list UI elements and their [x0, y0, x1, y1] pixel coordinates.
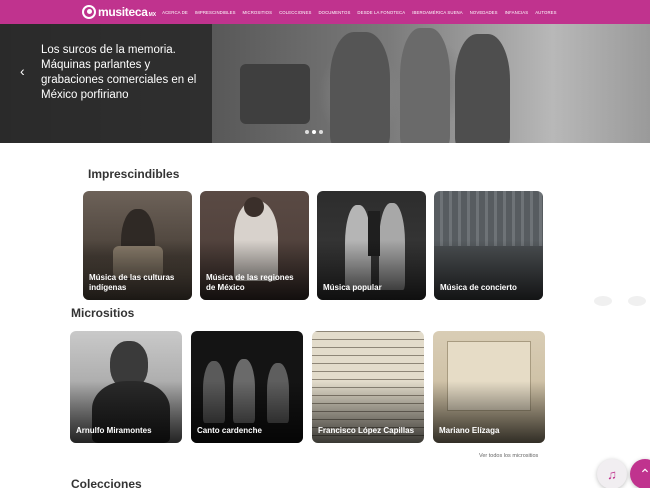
ver-todos-micrositios-link[interactable]: Ver todos los micrositios — [479, 453, 538, 459]
logo-text: musiteca — [98, 5, 148, 19]
section-title-colecciones: Colecciones — [71, 477, 142, 488]
carousel-dot[interactable] — [305, 130, 309, 134]
logo-suffix: MX — [148, 11, 157, 18]
nav-item-colecciones[interactable]: Colecciones — [279, 10, 311, 15]
carousel-indicators — [305, 130, 323, 134]
hero-carousel[interactable]: ‹ Los surcos de la memoria. Máquinas par… — [0, 24, 650, 143]
card-label: Música de las regiones de México — [206, 273, 294, 292]
nav-item-infancias[interactable]: Infancias — [505, 10, 529, 15]
card-canto-cardenche[interactable]: Canto cardenche — [191, 331, 303, 443]
carousel-hint — [628, 296, 646, 306]
nav-item-desde-la-fonoteca[interactable]: Desde la fonoteca — [357, 10, 405, 15]
site-logo[interactable]: musiteca MX — [82, 5, 156, 19]
top-navigation-bar: musiteca MX Acerca de Imprescindibles Mi… — [0, 0, 650, 24]
card-arnulfo-miramontes[interactable]: Arnulfo Miramontes — [70, 331, 182, 443]
card-musica-regiones-mexico[interactable]: Música de las regiones de México — [200, 191, 309, 300]
hero-title[interactable]: Los surcos de la memoria. Máquinas parla… — [41, 43, 206, 103]
card-musica-culturas-indigenas[interactable]: Música de las culturas indígenas — [83, 191, 192, 300]
card-label: Arnulfo Miramontes — [76, 426, 152, 435]
card-label: Canto cardenche — [197, 426, 262, 435]
main-menu: Acerca de Imprescindibles Micrositios Co… — [162, 10, 556, 15]
card-musica-popular[interactable]: Música popular — [317, 191, 426, 300]
nav-item-micrositios[interactable]: Micrositios — [243, 10, 273, 15]
card-musica-concierto[interactable]: Música de concierto — [434, 191, 543, 300]
carousel-dot[interactable] — [319, 130, 323, 134]
card-label: Mariano Elízaga — [439, 426, 500, 435]
nav-item-autores[interactable]: Autores — [535, 10, 556, 15]
chevron-left-icon[interactable]: ‹ — [20, 64, 25, 78]
chevron-up-icon[interactable]: ⌃ — [630, 459, 650, 488]
card-mariano-elizaga[interactable]: Mariano Elízaga — [433, 331, 545, 443]
nav-item-acerca-de[interactable]: Acerca de — [162, 10, 188, 15]
section-title-imprescindibles: Imprescindibles — [88, 167, 180, 181]
card-label: Música de concierto — [440, 283, 517, 292]
card-francisco-lopez-capillas[interactable]: Francisco López Capillas — [312, 331, 424, 443]
card-label: Música de las culturas indígenas — [89, 273, 175, 292]
music-note-icon[interactable]: ♫ — [597, 459, 627, 488]
carousel-dot[interactable] — [312, 130, 316, 134]
logo-icon — [82, 5, 96, 19]
nav-item-imprescindibles[interactable]: Imprescindibles — [195, 10, 236, 15]
carousel-hint — [594, 296, 612, 306]
card-label: Música popular — [323, 283, 382, 292]
nav-item-novedades[interactable]: Novedades — [470, 10, 498, 15]
nav-item-iberoamerica-suena[interactable]: Iberoamérica suena — [412, 10, 463, 15]
nav-item-documentos[interactable]: Documentos — [318, 10, 350, 15]
section-title-micrositios: Micrositios — [71, 306, 135, 320]
card-label: Francisco López Capillas — [318, 426, 415, 435]
